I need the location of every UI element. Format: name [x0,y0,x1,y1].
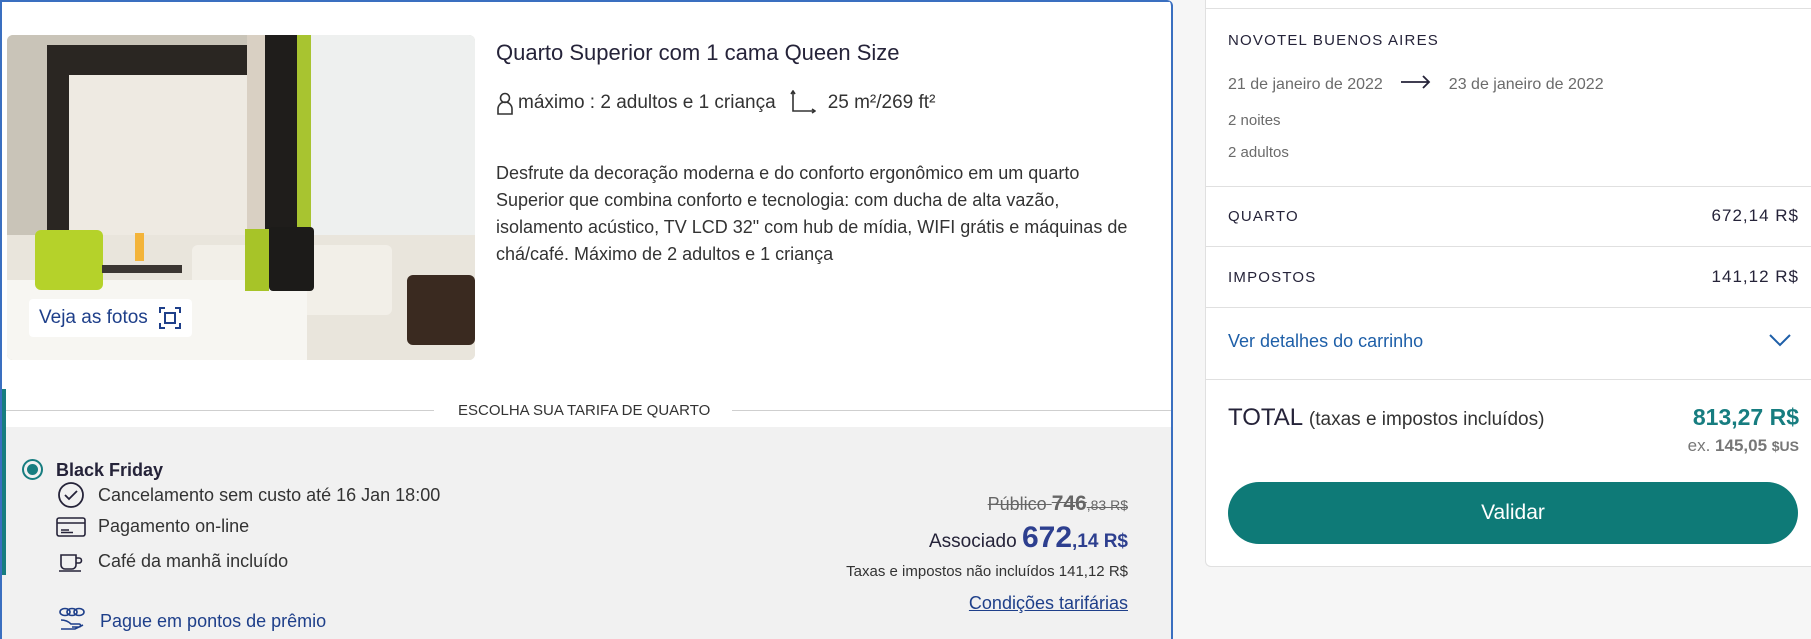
room-size: 25 m²/269 ft² [827,92,936,113]
summary-divider [1206,307,1811,308]
nights-count: 2 noites [1228,112,1281,129]
taxes-label: IMPOSTOS [1228,268,1317,286]
member-price-dec: ,14 R$ [1072,531,1128,552]
cart-details-toggle[interactable]: Ver detalhes do carrinho [1228,331,1791,352]
stay-dates: 21 de janeiro de 2022 23 de janeiro de 2… [1228,75,1604,94]
feature-breakfast: Café da manhã incluído [56,551,288,572]
rate-radio-selected[interactable] [22,459,43,480]
feature-breakfast-label: Café da manhã incluído [98,551,289,571]
member-price-int: 672 [1021,521,1073,554]
rate-section-heading: ESCOLHA SUA TARIFA DE QUARTO [2,399,1171,421]
room-photo[interactable]: Veja as fotos [7,35,475,360]
credit-card-icon [56,516,86,537]
summary-top-border [1206,0,1811,9]
public-price-label: Público [987,494,1047,514]
validate-button-label: Validar [1481,501,1545,524]
selected-rate-accent [2,389,6,575]
rate-heading-label: ESCOLHA SUA TARIFA DE QUARTO [458,401,711,419]
clock-icon [56,481,86,509]
rate-name: Black Friday [56,460,164,480]
taxes-row: IMPOSTOS 141,12 R$ [1228,267,1799,287]
public-price-dec: ,83 R$ [1086,497,1128,513]
public-price: Público 746,83 R$ [988,492,1128,516]
total-value: 813,27 R$ [1692,404,1799,430]
person-icon [496,91,514,115]
member-price: Associado 672,14 R$ [929,521,1128,555]
heading-divider-right [732,409,1171,411]
adults-count: 2 adultos [1228,144,1289,161]
room-price-value: 672,14 R$ [1711,206,1799,225]
feature-payment-label: Pagamento on-line [98,516,250,536]
pay-with-points-label: Pague em pontos de prêmio [100,611,327,631]
coins-icon [58,607,86,636]
total-usd: ex. 145,05 $US [1688,436,1799,456]
total-label-note: (taxas e impostos incluídos) [1308,409,1545,430]
summary-divider [1206,246,1811,247]
feature-cancellation-label: Cancelamento sem custo até 16 Jan 18:00 [98,484,441,505]
pay-with-points-link[interactable]: Pague em pontos de prêmio [58,607,326,636]
room-title: Quarto Superior com 1 cama Queen Size [496,40,900,65]
arrow-right-icon [1400,75,1431,94]
cart-details-label: Ver detalhes do carrinho [1228,331,1424,351]
summary-divider [1206,379,1811,380]
room-card: Veja as fotos Quarto Superior com 1 cama… [0,0,1173,639]
coffee-cup-icon [56,552,86,572]
total-usd-prefix: ex. [1687,436,1711,455]
total-label-text: TOTAL [1228,404,1303,431]
chevron-down-icon [1769,331,1791,352]
taxes-value: 141,12 R$ [1711,267,1799,286]
total-label: TOTAL (taxas e impostos incluídos) [1228,404,1544,432]
member-price-label: Associado [929,531,1017,552]
total-usd-value: 145,05 [1715,436,1768,455]
checkout-date: 23 de janeiro de 2022 [1448,75,1604,93]
booking-summary: NOVOTEL BUENOS AIRES 21 de janeiro de 20… [1205,0,1811,567]
checkin-date: 21 de janeiro de 2022 [1228,75,1383,93]
room-price-row: QUARTO 672,14 R$ [1228,206,1799,226]
feature-cancellation: Cancelamento sem custo até 16 Jan 18:00 [56,481,440,509]
total-usd-currency: $US [1771,438,1799,454]
view-photos-button[interactable]: Veja as fotos [29,299,192,337]
hotel-name: NOVOTEL BUENOS AIRES [1228,32,1439,49]
taxes-note: Taxas e impostos não incluídos 141,12 R$ [846,563,1128,580]
public-price-int: 746 [1051,492,1087,515]
rate-option: Black Friday Cancelamento sem custo até … [2,389,1171,639]
gallery-icon [158,306,182,330]
validate-button[interactable]: Validar [1228,482,1798,544]
room-meta: máximo : 2 adultos e 1 criança 25 m²/269… [496,90,935,116]
view-photos-label: Veja as fotos [39,307,148,328]
rate-conditions-link[interactable]: Condições tarifárias [969,593,1128,614]
room-price-label: QUARTO [1228,207,1299,225]
heading-divider-left [2,409,434,411]
room-size-icon [790,90,816,116]
summary-divider [1206,186,1811,187]
room-capacity: máximo : 2 adultos e 1 criança [518,92,776,113]
feature-payment: Pagamento on-line [56,516,249,537]
room-description: Desfrute da decoração moderna e do confo… [496,163,1128,264]
